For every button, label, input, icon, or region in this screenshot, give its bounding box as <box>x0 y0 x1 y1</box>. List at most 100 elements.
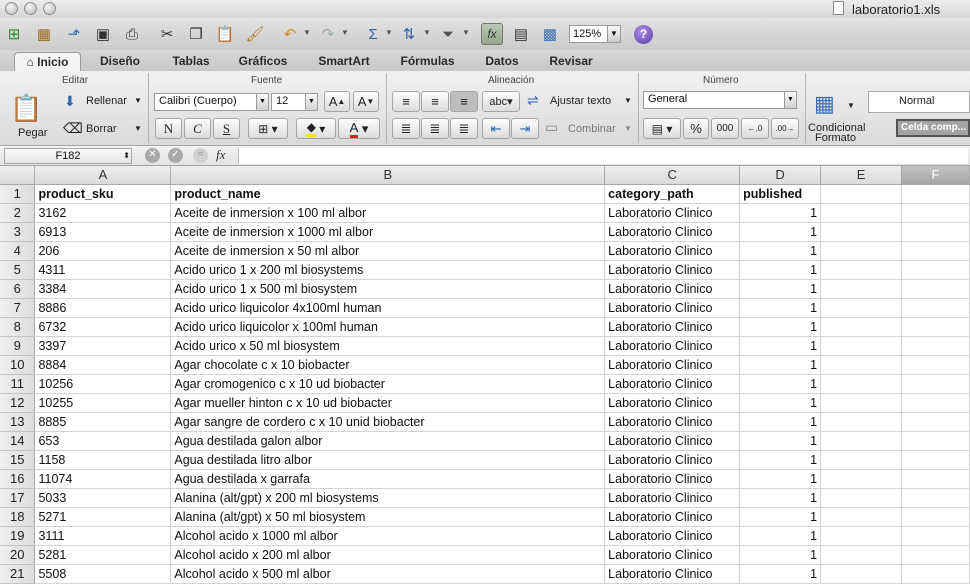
spreadsheet-grid[interactable]: A B C D E F 1 product_sku product_name cate… <box>0 166 970 584</box>
cell-product-name[interactable]: Alcohol acido x 500 ml albor <box>170 564 606 584</box>
paste-large-icon[interactable]: 📋 <box>10 93 46 125</box>
cell-published[interactable]: 1 <box>739 393 822 413</box>
save-icon[interactable]: ▣ <box>92 23 114 45</box>
cell-category-path[interactable]: Laboratorio Clinico <box>604 488 741 508</box>
align-center-icon[interactable]: ≣ <box>421 118 449 139</box>
new-workbook-icon[interactable]: ⊞ <box>3 23 25 45</box>
row-number[interactable]: 8 <box>0 317 36 337</box>
show-hide-icon[interactable]: ▤ <box>510 23 532 45</box>
orientation-button[interactable]: abc ▾ <box>482 91 520 112</box>
row-number[interactable]: 7 <box>0 298 36 318</box>
cell-category-path[interactable]: Laboratorio Clinico <box>604 469 741 489</box>
cell-published[interactable]: 1 <box>739 507 822 527</box>
row-number[interactable]: 20 <box>0 545 36 565</box>
cell-product-sku[interactable]: 3384 <box>34 279 172 299</box>
cell-e[interactable] <box>820 393 903 413</box>
function-icon[interactable]: fx <box>481 23 503 45</box>
cell-product-sku[interactable]: 11074 <box>34 469 172 489</box>
paste-button[interactable]: Pegar <box>18 127 47 139</box>
cell-category-path[interactable]: category_path <box>604 184 741 204</box>
cell-product-name[interactable]: Acido urico 1 x 500 ml biosystem <box>170 279 606 299</box>
row-number[interactable]: 14 <box>0 431 36 451</box>
cut-icon[interactable]: ✂ <box>156 23 178 45</box>
cell-published[interactable]: 1 <box>739 260 822 280</box>
bold-button[interactable]: N <box>155 118 182 139</box>
cell-product-name[interactable]: Acido urico x 50 ml biosystem <box>170 336 606 356</box>
decrease-indent-icon[interactable]: ⇤ <box>482 118 510 139</box>
filter-dropdown-icon[interactable]: ▼ <box>462 28 470 37</box>
cell-e[interactable] <box>820 564 903 584</box>
open-icon[interactable]: ⬏ <box>63 23 85 45</box>
cell-e[interactable] <box>820 298 903 318</box>
cell-product-sku[interactable]: 5281 <box>34 545 172 565</box>
undo-dropdown-icon[interactable]: ▼ <box>303 28 311 37</box>
cell-e[interactable] <box>820 412 903 432</box>
cell-published[interactable]: 1 <box>739 279 822 299</box>
copy-icon[interactable]: ❐ <box>185 23 207 45</box>
tab-smartart[interactable]: SmartArt <box>305 52 383 71</box>
decrease-decimal-icon[interactable]: .00→ <box>771 118 799 139</box>
cell-e[interactable] <box>820 279 903 299</box>
cell-product-sku[interactable]: 8884 <box>34 355 172 375</box>
cell-product-sku[interactable]: 8885 <box>34 412 172 432</box>
cell-product-name[interactable]: Agar chocolate c x 10 biobacter <box>170 355 606 375</box>
cell-published[interactable]: published <box>739 184 822 204</box>
align-top-icon[interactable]: ≡ <box>392 91 420 112</box>
cell-f[interactable] <box>901 298 970 318</box>
cell-e[interactable] <box>820 431 903 451</box>
cell-e[interactable] <box>820 488 903 508</box>
cell-product-sku[interactable]: 5033 <box>34 488 172 508</box>
cell-f[interactable] <box>901 203 970 223</box>
cell-e[interactable] <box>820 507 903 527</box>
cell-f[interactable] <box>901 184 970 204</box>
cell-product-sku[interactable]: 6913 <box>34 222 172 242</box>
cell-product-name[interactable]: Acido urico 1 x 200 ml biosystems <box>170 260 606 280</box>
print-icon[interactable]: ⎙ <box>121 23 143 45</box>
cell-f[interactable] <box>901 279 970 299</box>
zoom-window-button[interactable] <box>43 2 56 15</box>
cell-category-path[interactable]: Laboratorio Clinico <box>604 279 741 299</box>
cell-e[interactable] <box>820 526 903 546</box>
align-left-icon[interactable]: ≣ <box>392 118 420 139</box>
cell-f[interactable] <box>901 222 970 242</box>
cell-published[interactable]: 1 <box>739 336 822 356</box>
cell-product-name[interactable]: Agua destilada galon albor <box>170 431 606 451</box>
align-bottom-icon[interactable]: ≡ <box>450 91 478 112</box>
fill-button[interactable]: Rellenar <box>86 95 127 107</box>
name-box-dropdown-icon[interactable]: ⬍ <box>123 149 130 163</box>
cell-published[interactable]: 1 <box>739 298 822 318</box>
cell-category-path[interactable]: Laboratorio Clinico <box>604 336 741 356</box>
zoom-select[interactable]: 125% ▼ <box>569 25 621 43</box>
cell-product-sku[interactable]: 653 <box>34 431 172 451</box>
cell-e[interactable] <box>820 545 903 565</box>
tab-graficos[interactable]: Gráficos <box>228 52 298 71</box>
column-header-b[interactable]: B <box>170 166 606 185</box>
borders-button[interactable]: ⊞ ▾ <box>248 118 288 139</box>
fill-color-button[interactable]: ◆ ▾ <box>296 118 336 139</box>
cell-e[interactable] <box>820 374 903 394</box>
row-number[interactable]: 15 <box>0 450 36 470</box>
column-header-f[interactable]: F <box>901 166 970 185</box>
cell-f[interactable] <box>901 393 970 413</box>
cell-f[interactable] <box>901 526 970 546</box>
cell-product-sku[interactable]: 1158 <box>34 450 172 470</box>
cell-product-sku[interactable]: 3111 <box>34 526 172 546</box>
cell-published[interactable]: 1 <box>739 564 822 584</box>
row-number[interactable]: 6 <box>0 279 36 299</box>
cell-published[interactable]: 1 <box>739 431 822 451</box>
cell-f[interactable] <box>901 412 970 432</box>
column-header-a[interactable]: A <box>34 166 172 185</box>
cell-category-path[interactable]: Laboratorio Clinico <box>604 374 741 394</box>
cell-published[interactable]: 1 <box>739 412 822 432</box>
thousands-button[interactable]: 000 <box>711 118 739 139</box>
sort-icon[interactable]: ⇅ <box>398 23 420 45</box>
font-color-button[interactable]: A ▾ <box>338 118 380 139</box>
merge-dropdown-icon[interactable]: ▼ <box>624 124 632 133</box>
cell-e[interactable] <box>820 203 903 223</box>
cell-e[interactable] <box>820 355 903 375</box>
row-number[interactable]: 3 <box>0 222 36 242</box>
cell-product-name[interactable]: Acido urico liquicolor 4x100ml human <box>170 298 606 318</box>
cell-product-sku[interactable]: 206 <box>34 241 172 261</box>
increase-decimal-icon[interactable]: ←.0 <box>741 118 769 139</box>
style-normal[interactable]: Normal <box>868 91 970 113</box>
